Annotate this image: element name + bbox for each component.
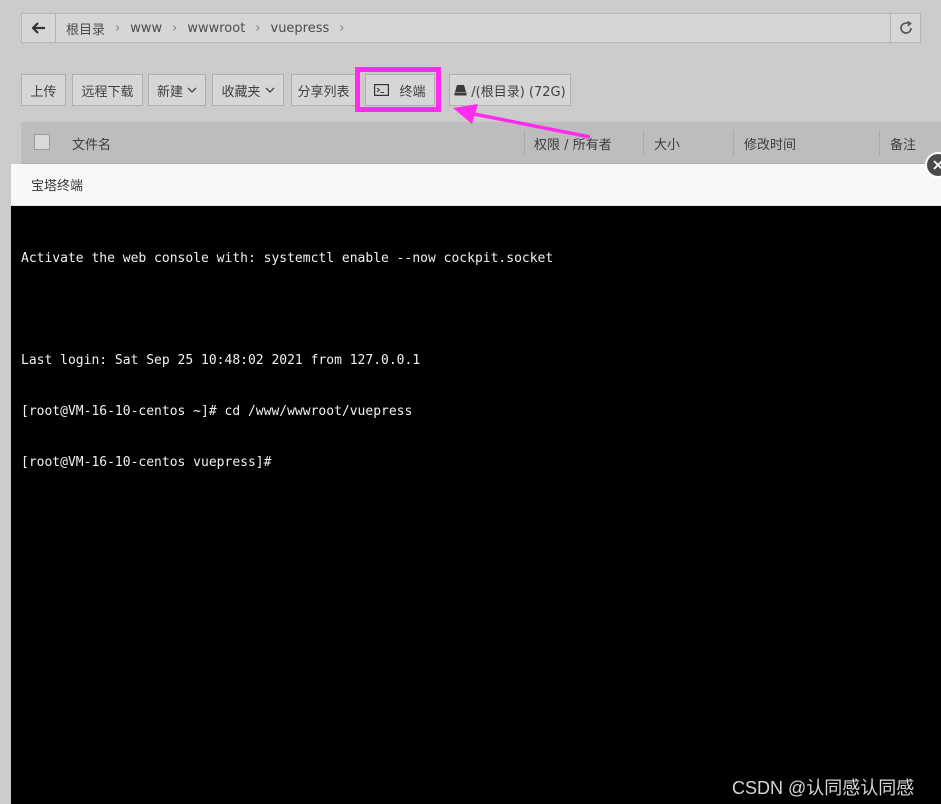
share-list-button[interactable]: 分享列表 <box>291 74 356 106</box>
chevron-down-icon <box>187 87 197 93</box>
share-list-label: 分享列表 <box>297 84 350 100</box>
column-divider <box>643 130 644 156</box>
chevron-down-icon <box>265 87 274 93</box>
column-size[interactable]: 大小 <box>654 122 680 164</box>
terminal-output[interactable]: Activate the web console with: systemctl… <box>21 216 931 776</box>
breadcrumb-separator: › <box>339 20 345 36</box>
path-bar: 根目录 › www › wwwroot › vuepress › <box>21 13 921 43</box>
terminal-line: ​ <box>21 301 931 318</box>
disk-label: /(根目录) (72G) <box>471 84 566 100</box>
favorites-button[interactable]: 收藏夹 <box>212 74 284 106</box>
breadcrumb-vuepress[interactable]: vuepress <box>261 21 330 36</box>
disk-icon <box>454 85 467 96</box>
breadcrumb-wwwroot[interactable]: wwwroot <box>177 21 245 36</box>
terminal-line: Last login: Sat Sep 25 10:48:02 2021 fro… <box>21 353 421 368</box>
modal-header: 宝塔终端 <box>11 164 941 206</box>
terminal-modal: 宝塔终端 Activate the web console with: syst… <box>11 152 941 804</box>
column-divider <box>879 130 880 156</box>
column-filename[interactable]: 文件名 <box>72 122 111 164</box>
watermark: CSDN @认同感认同感 <box>732 778 915 798</box>
highlight-box <box>355 67 441 112</box>
remote-download-label: 远程下载 <box>81 84 134 100</box>
modal-title: 宝塔终端 <box>31 179 84 194</box>
remote-download-button[interactable]: 远程下载 <box>72 74 143 106</box>
terminal-prompt[interactable]: [root@VM-16-10-centos vuepress]# <box>21 454 931 471</box>
favorites-label: 收藏夹 <box>221 84 261 100</box>
upload-label: 上传 <box>30 84 57 100</box>
column-modified[interactable]: 修改时间 <box>744 122 796 164</box>
breadcrumb-root[interactable]: 根目录 <box>56 19 105 38</box>
new-button[interactable]: 新建 <box>148 74 206 106</box>
back-arrow-icon <box>31 22 45 34</box>
breadcrumb-separator: › <box>172 20 178 36</box>
annotation-arrow <box>453 104 591 139</box>
select-all-checkbox[interactable] <box>34 134 50 150</box>
terminal-line: [root@VM-16-10-centos ~]# cd /www/wwwroo… <box>21 404 413 419</box>
close-icon <box>933 160 941 170</box>
upload-button[interactable]: 上传 <box>21 74 66 106</box>
refresh-button[interactable] <box>890 14 920 42</box>
breadcrumb-www[interactable]: www <box>120 21 162 36</box>
back-button[interactable] <box>22 14 56 42</box>
refresh-icon <box>899 21 912 34</box>
column-remark[interactable]: 备注 <box>890 122 916 164</box>
breadcrumb-separator: › <box>255 20 261 36</box>
new-label: 新建 <box>156 84 183 100</box>
column-divider <box>733 130 734 156</box>
terminal-line: Activate the web console with: systemctl… <box>21 251 554 266</box>
breadcrumb-separator: › <box>115 20 121 36</box>
